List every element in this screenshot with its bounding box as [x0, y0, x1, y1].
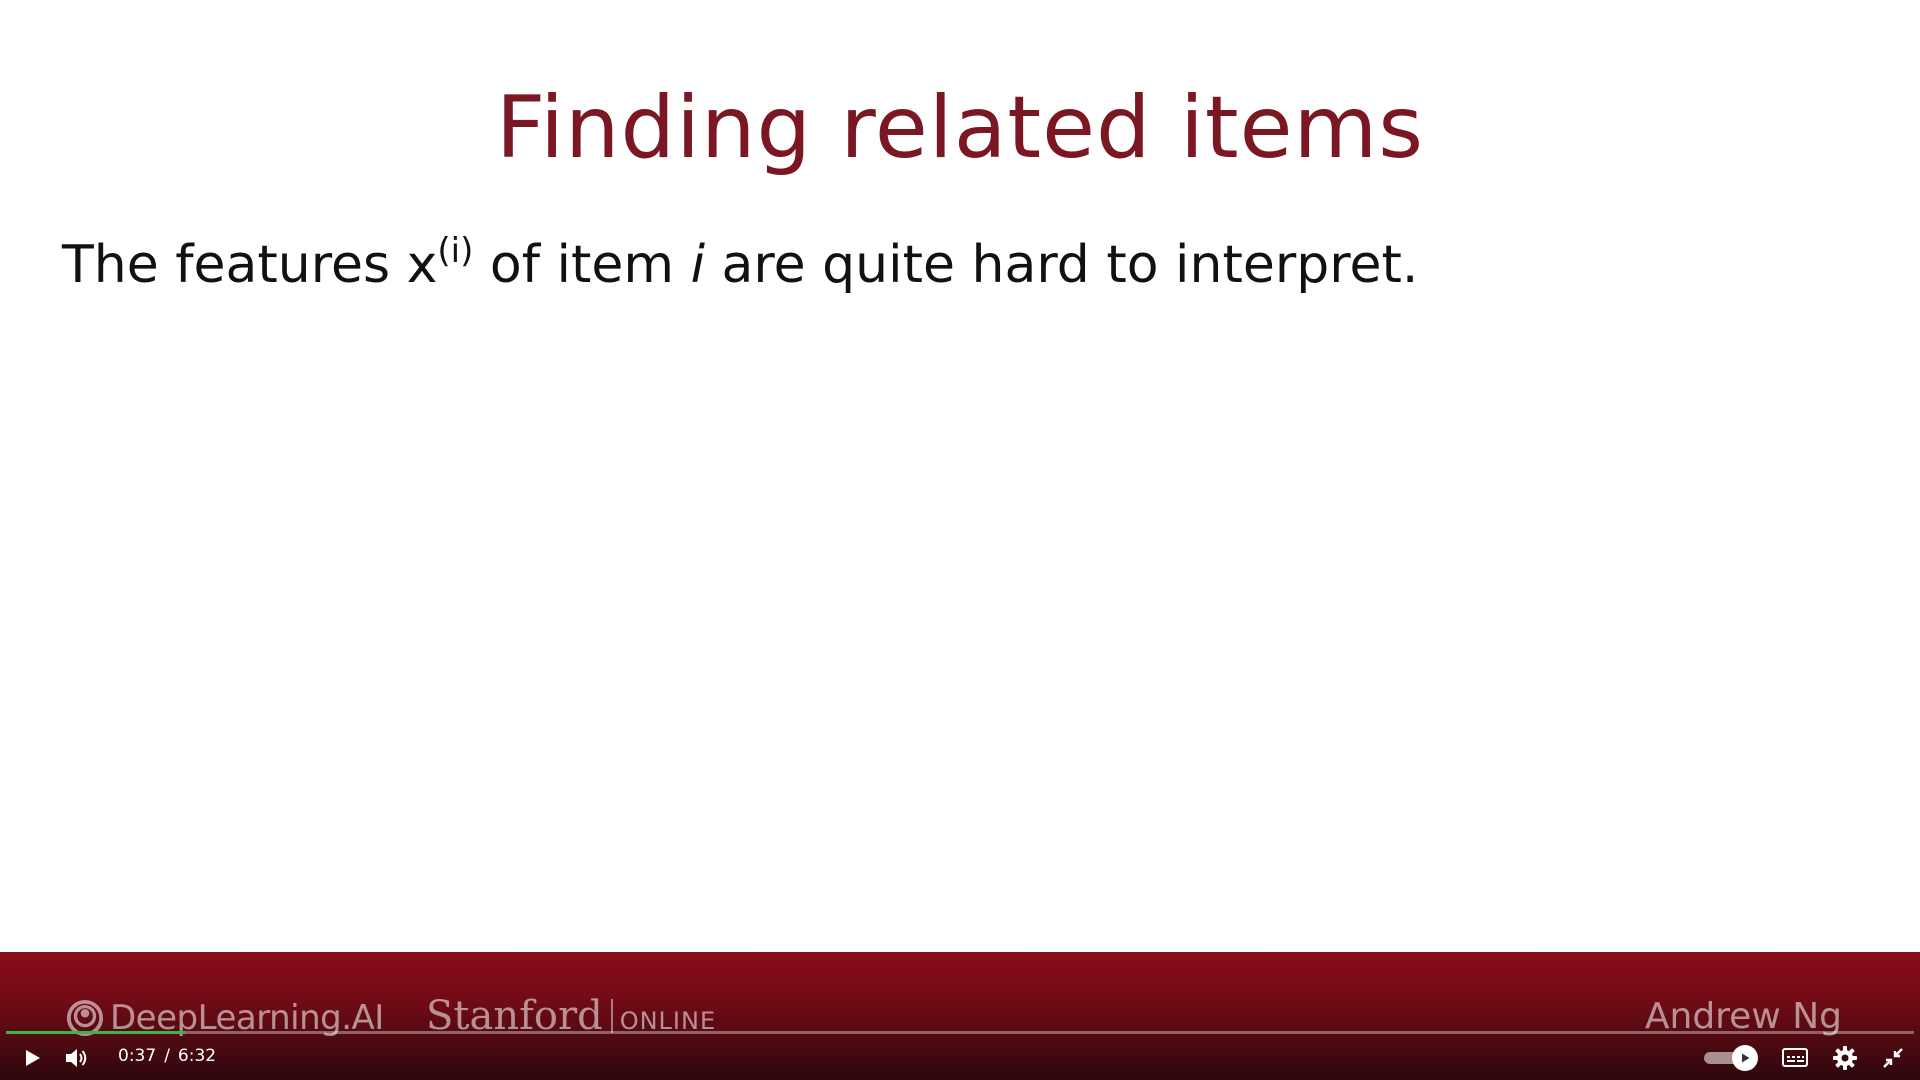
autoplay-toggle[interactable] [1700, 1042, 1762, 1074]
time-separator: / [164, 1046, 170, 1066]
brand-divider [610, 999, 613, 1033]
settings-button[interactable] [1828, 1041, 1862, 1075]
exit-fullscreen-button[interactable] [1876, 1041, 1910, 1075]
current-time: 0:37 [118, 1046, 157, 1066]
time-display: 0:37 / 6:32 [118, 1046, 216, 1066]
volume-icon [66, 1049, 87, 1067]
slide-title: Finding related items [495, 78, 1425, 178]
duration: 6:32 [177, 1046, 217, 1066]
progress-bar[interactable] [6, 1031, 1914, 1034]
settings-gear-icon [1833, 1046, 1857, 1070]
play-button[interactable] [14, 1040, 50, 1076]
play-icon [26, 1050, 40, 1066]
video-player[interactable]: Finding related items The features x(i) … [0, 0, 1920, 1080]
captions-button[interactable] [1778, 1042, 1812, 1074]
slide-body-text: The features x(i) of item i are quite ha… [62, 228, 1418, 302]
body-italic-variable: i [690, 235, 706, 295]
autoplay-play-icon [1742, 1053, 1750, 1063]
autoplay-knob [1732, 1045, 1758, 1071]
body-suffix: are quite hard to interpret. [705, 235, 1419, 295]
captions-icon [1782, 1048, 1808, 1067]
body-superscript: (i) [437, 231, 474, 271]
exit-fullscreen-icon [1883, 1048, 1903, 1068]
body-prefix: The features x [62, 235, 438, 295]
player-controls: 0:37 / 6:32 [0, 1036, 1920, 1080]
body-mid: of item [473, 235, 691, 295]
progress-played [6, 1031, 186, 1034]
volume-button[interactable] [58, 1040, 94, 1076]
